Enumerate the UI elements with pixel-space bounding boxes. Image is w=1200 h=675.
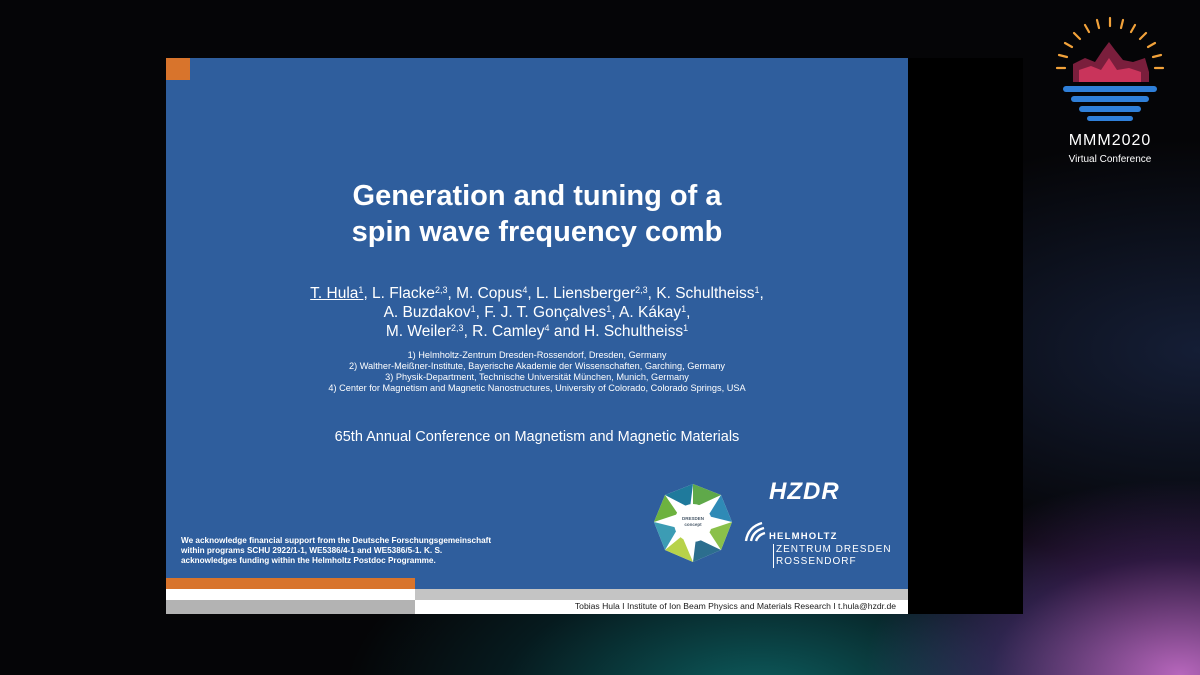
affiliation-list: 1) Helmholtz-Zentrum Dresden-Rossendorf,… [166, 350, 908, 394]
affiliation-4: 4) Center for Magnetism and Magnetic Nan… [328, 383, 746, 393]
acknowledgement-text: We acknowledge financial support from th… [181, 536, 521, 566]
conference-badge-subtitle: Virtual Conference [1068, 154, 1152, 165]
title-line-2: spin wave frequency comb [351, 216, 723, 248]
presenting-author: T. Hula1 [310, 285, 364, 302]
dresden-concept-wordmark: DRESDEN concept [681, 516, 704, 527]
helmholtz-wordmark: HELMHOLTZ [769, 531, 838, 542]
slide-footer-text: Tobias Hula I Institute of Ion Beam Phys… [574, 601, 896, 611]
affiliation-3: 3) Physik-Department, Technische Univers… [385, 372, 689, 382]
helmholtz-logo-icon [744, 521, 766, 542]
author-line-3: M. Weiler2,3, R. Camley4 and H. Schulthe… [385, 323, 689, 340]
affiliation-1: 1) Helmholtz-Zentrum Dresden-Rossendorf,… [407, 350, 667, 360]
conference-name: 65th Annual Conference on Magnetism and … [334, 429, 740, 445]
hzdr-logo: HZDR [769, 478, 840, 505]
footer-accent-gray [166, 600, 415, 614]
video-black-area [908, 58, 1023, 614]
title-line-1: Generation and tuning of a [352, 180, 722, 212]
conference-badge-title: MMM2020 [1068, 132, 1152, 149]
author-line-1: T. Hula1, L. Flacke2,3, M. Copus4, L. Li… [310, 285, 764, 302]
zentrum-dresden-rossendorf-wordmark: ZENTRUM DRESDEN ROSSENDORF [773, 544, 892, 568]
footer-bar-gray [415, 589, 908, 600]
affiliation-2: 2) Walther-Meißner-Institute, Bayerische… [349, 361, 725, 371]
ack-line-2: within programs SCHU 2922/1-1, WE5386/4-… [181, 546, 443, 555]
footer-accent-orange [166, 578, 415, 589]
slide-corner-accent [166, 58, 190, 80]
ack-line-1: We acknowledge financial support from th… [181, 536, 492, 545]
presentation-slide: Generation and tuning of a spin wave fre… [166, 58, 908, 614]
footer-accent-white [166, 589, 415, 600]
author-line-2: A. Buzdakov1, F. J. T. Gonçalves1, A. Ká… [383, 304, 691, 321]
slide-title: Generation and tuning of a spin wave fre… [166, 178, 908, 250]
ack-line-3: acknowledges funding within the Helmholt… [181, 556, 436, 565]
author-list: T. Hula1, L. Flacke2,3, M. Copus4, L. Li… [166, 284, 908, 341]
mmm2020-logo-icon [1055, 16, 1165, 121]
